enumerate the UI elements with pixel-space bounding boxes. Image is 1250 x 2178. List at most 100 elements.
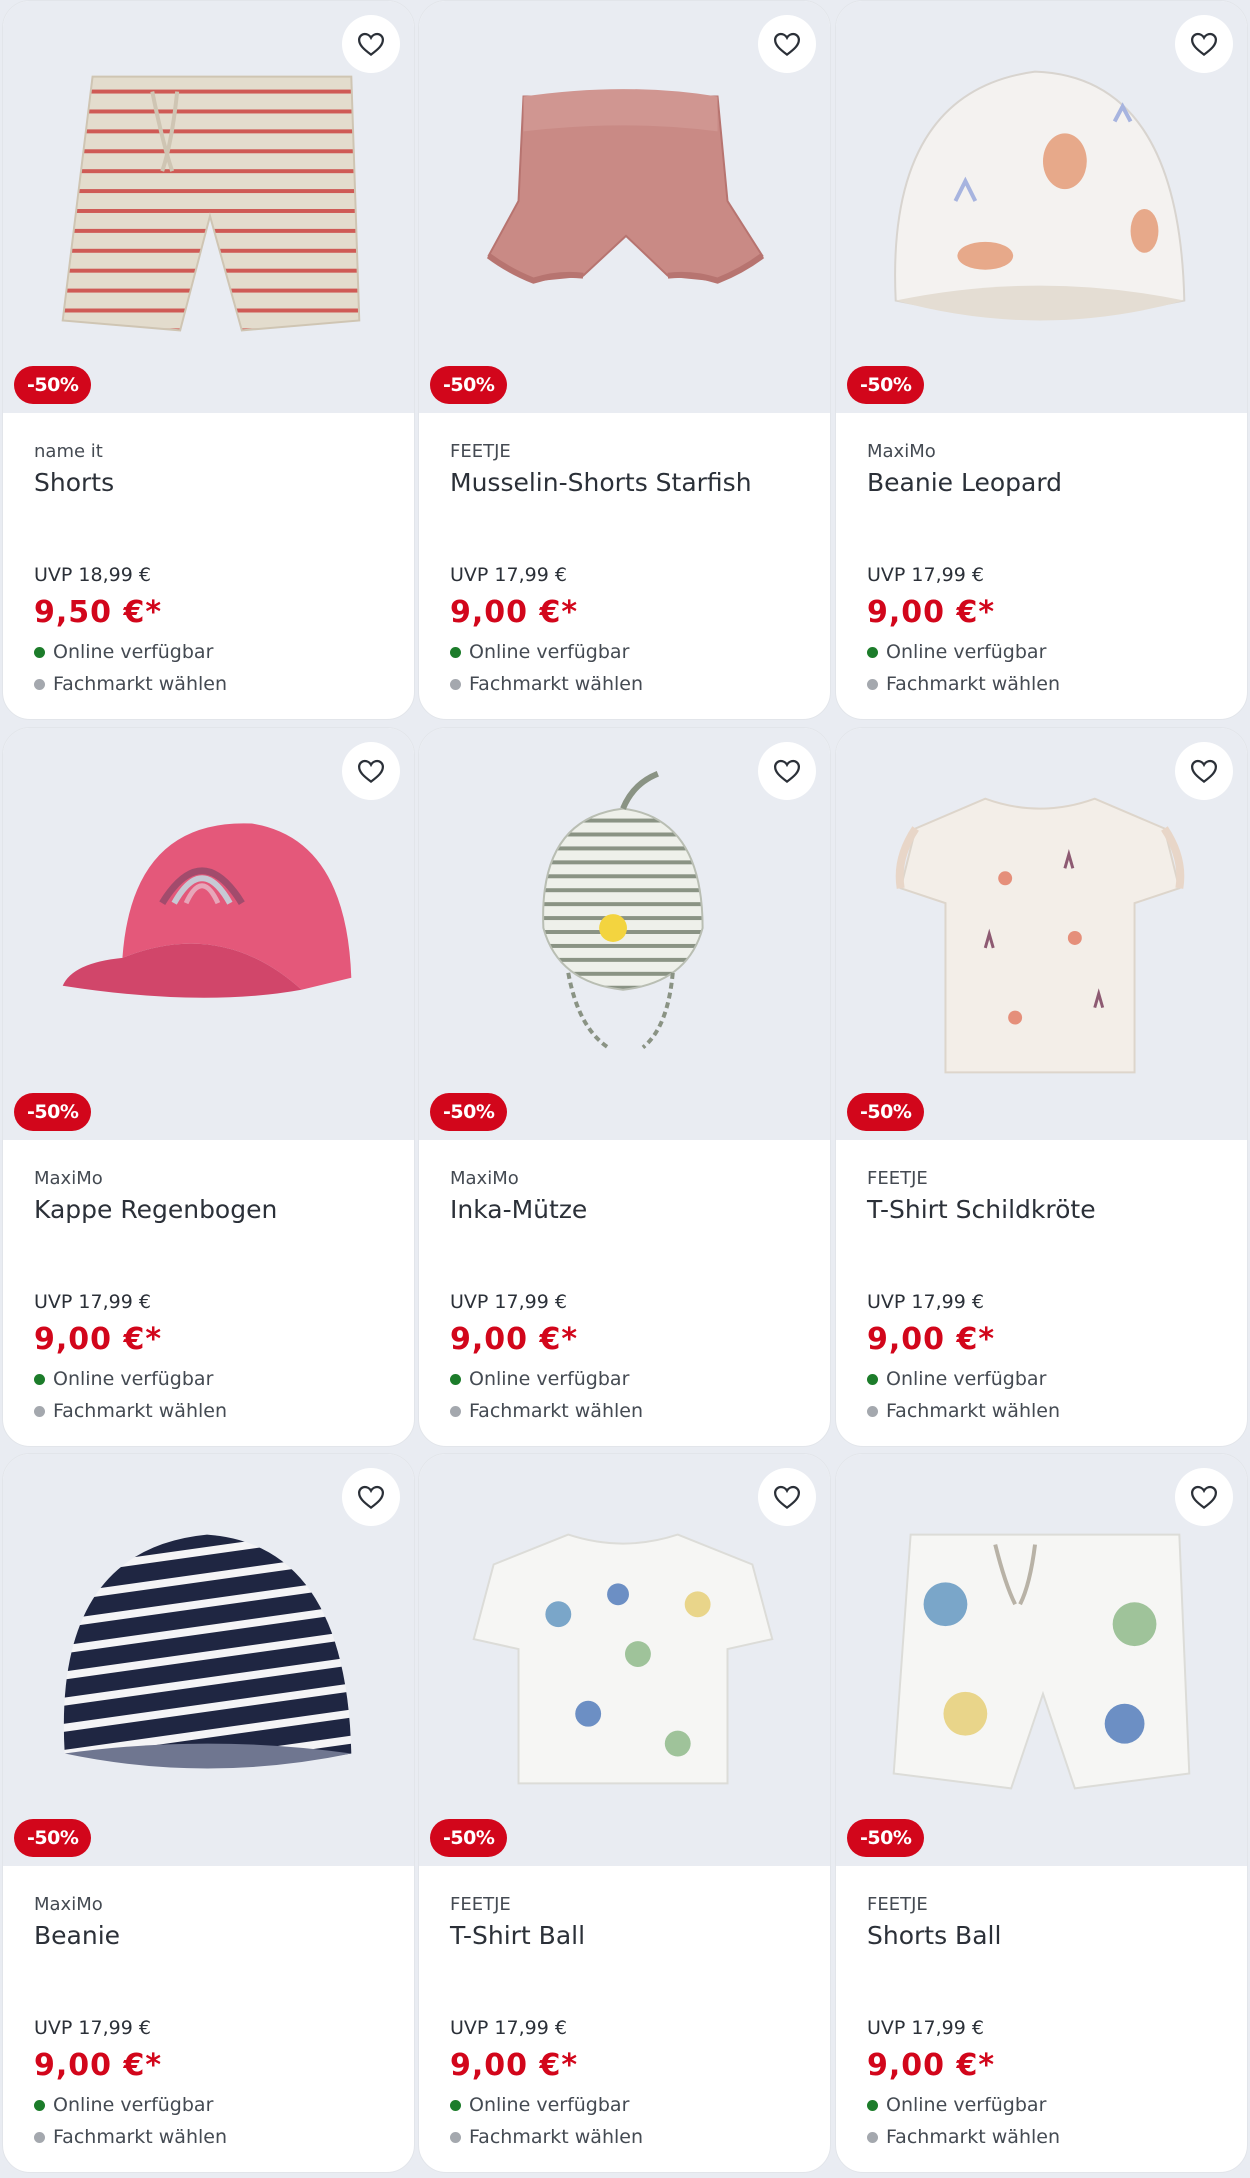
- product-image[interactable]: -50%: [419, 1, 830, 413]
- sale-price: 9,00 €*: [450, 2048, 579, 2083]
- product-info: FEETJE T-Shirt Ball: [450, 1894, 810, 1952]
- product-info: MaxiMo Kappe Regenbogen: [34, 1168, 394, 1226]
- online-availability: Online verfügbar: [867, 1368, 1046, 1390]
- discount-badge: -50%: [14, 1819, 92, 1857]
- select-store-link[interactable]: Fachmarkt wählen: [867, 2126, 1060, 2148]
- product-card[interactable]: -50% MaxiMo Beanie Leopard UVP 17,99 € 9…: [835, 0, 1248, 720]
- product-info: MaxiMo Beanie Leopard: [867, 441, 1227, 499]
- discount-badge: -50%: [14, 366, 92, 404]
- product-image[interactable]: -50%: [3, 1454, 414, 1866]
- available-dot-icon: [867, 1373, 878, 1385]
- product-title[interactable]: Beanie: [34, 1920, 394, 1952]
- favorite-button[interactable]: [342, 1468, 400, 1526]
- sale-price: 9,00 €*: [450, 1322, 579, 1357]
- product-card[interactable]: -50% MaxiMo Inka-Mütze UVP 17,99 € 9,00 …: [418, 727, 831, 1447]
- store-label: Fachmarkt wählen: [53, 673, 228, 695]
- product-info: FEETJE T-Shirt Schildkröte: [867, 1168, 1227, 1226]
- product-brand: MaxiMo: [34, 1894, 103, 1915]
- store-dot-icon: [867, 2131, 878, 2143]
- store-label: Fachmarkt wählen: [469, 2126, 644, 2148]
- select-store-link[interactable]: Fachmarkt wählen: [450, 2126, 643, 2148]
- sale-price: 9,50 €*: [34, 595, 163, 630]
- uvp-price: UVP 17,99 €: [450, 564, 567, 586]
- uvp-price: UVP 18,99 €: [34, 564, 151, 586]
- product-title[interactable]: Inka-Mütze: [450, 1194, 810, 1226]
- online-availability: Online verfügbar: [450, 1368, 629, 1390]
- uvp-price: UVP 17,99 €: [450, 2017, 567, 2039]
- store-label: Fachmarkt wählen: [53, 2126, 228, 2148]
- store-dot-icon: [450, 2131, 461, 2143]
- sale-price: 9,00 €*: [867, 1322, 996, 1357]
- discount-badge: -50%: [430, 1819, 508, 1857]
- select-store-link[interactable]: Fachmarkt wählen: [34, 673, 227, 695]
- store-label: Fachmarkt wählen: [469, 673, 644, 695]
- product-title[interactable]: Musselin-Shorts Starfish: [450, 467, 810, 499]
- product-image[interactable]: -50%: [419, 1454, 830, 1866]
- sale-price: 9,00 €*: [34, 2048, 163, 2083]
- favorite-button[interactable]: [1175, 742, 1233, 800]
- online-availability: Online verfügbar: [34, 2094, 213, 2116]
- select-store-link[interactable]: Fachmarkt wählen: [450, 673, 643, 695]
- available-dot-icon: [867, 646, 878, 658]
- store-label: Fachmarkt wählen: [469, 1400, 644, 1422]
- availability-label: Online verfügbar: [886, 2094, 1047, 2116]
- favorite-button[interactable]: [342, 15, 400, 73]
- product-title[interactable]: T-Shirt Schildkröte: [867, 1194, 1227, 1226]
- select-store-link[interactable]: Fachmarkt wählen: [34, 1400, 227, 1422]
- product-title[interactable]: T-Shirt Ball: [450, 1920, 810, 1952]
- product-title[interactable]: Beanie Leopard: [867, 467, 1227, 499]
- heart-outline-icon: [357, 759, 385, 784]
- product-brand: FEETJE: [867, 1168, 928, 1189]
- online-availability: Online verfügbar: [34, 641, 213, 663]
- availability-label: Online verfügbar: [469, 1368, 630, 1390]
- favorite-button[interactable]: [758, 15, 816, 73]
- product-card[interactable]: -50% MaxiMo Beanie UVP 17,99 € 9,00 €* O…: [2, 1453, 415, 2173]
- product-card[interactable]: -50% FEETJE Shorts Ball UVP 17,99 € 9,00…: [835, 1453, 1248, 2173]
- online-availability: Online verfügbar: [34, 1368, 213, 1390]
- favorite-button[interactable]: [758, 742, 816, 800]
- select-store-link[interactable]: Fachmarkt wählen: [34, 2126, 227, 2148]
- product-image[interactable]: -50%: [836, 1, 1247, 413]
- select-store-link[interactable]: Fachmarkt wählen: [450, 1400, 643, 1422]
- product-title[interactable]: Kappe Regenbogen: [34, 1194, 394, 1226]
- available-dot-icon: [450, 2099, 461, 2111]
- uvp-price: UVP 17,99 €: [867, 1291, 984, 1313]
- favorite-button[interactable]: [1175, 1468, 1233, 1526]
- product-image[interactable]: -50%: [3, 1, 414, 413]
- available-dot-icon: [34, 1373, 45, 1385]
- store-label: Fachmarkt wählen: [53, 1400, 228, 1422]
- uvp-price: UVP 17,99 €: [34, 2017, 151, 2039]
- product-image[interactable]: -50%: [836, 728, 1247, 1140]
- product-brand: MaxiMo: [450, 1168, 519, 1189]
- discount-badge: -50%: [847, 366, 925, 404]
- select-store-link[interactable]: Fachmarkt wählen: [867, 1400, 1060, 1422]
- product-image[interactable]: -50%: [419, 728, 830, 1140]
- product-card[interactable]: -50% MaxiMo Kappe Regenbogen UVP 17,99 €…: [2, 727, 415, 1447]
- sale-price: 9,00 €*: [867, 595, 996, 630]
- favorite-button[interactable]: [342, 742, 400, 800]
- product-card[interactable]: -50% FEETJE T-Shirt Schildkröte UVP 17,9…: [835, 727, 1248, 1447]
- product-info: name it Shorts: [34, 441, 394, 499]
- product-title[interactable]: Shorts: [34, 467, 394, 499]
- favorite-button[interactable]: [758, 1468, 816, 1526]
- product-image[interactable]: -50%: [3, 728, 414, 1140]
- favorite-button[interactable]: [1175, 15, 1233, 73]
- select-store-link[interactable]: Fachmarkt wählen: [867, 673, 1060, 695]
- store-dot-icon: [867, 1405, 878, 1417]
- product-card[interactable]: -50% FEETJE Musselin-Shorts Starfish UVP…: [418, 0, 831, 720]
- store-label: Fachmarkt wählen: [886, 673, 1061, 695]
- heart-outline-icon: [1190, 32, 1218, 57]
- store-label: Fachmarkt wählen: [886, 2126, 1061, 2148]
- sale-price: 9,00 €*: [867, 2048, 996, 2083]
- product-image[interactable]: -50%: [836, 1454, 1247, 1866]
- product-card[interactable]: -50% name it Shorts UVP 18,99 € 9,50 €* …: [2, 0, 415, 720]
- product-title[interactable]: Shorts Ball: [867, 1920, 1227, 1952]
- store-dot-icon: [34, 1405, 45, 1417]
- availability-label: Online verfügbar: [469, 641, 630, 663]
- product-card[interactable]: -50% FEETJE T-Shirt Ball UVP 17,99 € 9,0…: [418, 1453, 831, 2173]
- online-availability: Online verfügbar: [450, 2094, 629, 2116]
- available-dot-icon: [34, 2099, 45, 2111]
- store-dot-icon: [34, 678, 45, 690]
- available-dot-icon: [867, 2099, 878, 2111]
- heart-outline-icon: [1190, 759, 1218, 784]
